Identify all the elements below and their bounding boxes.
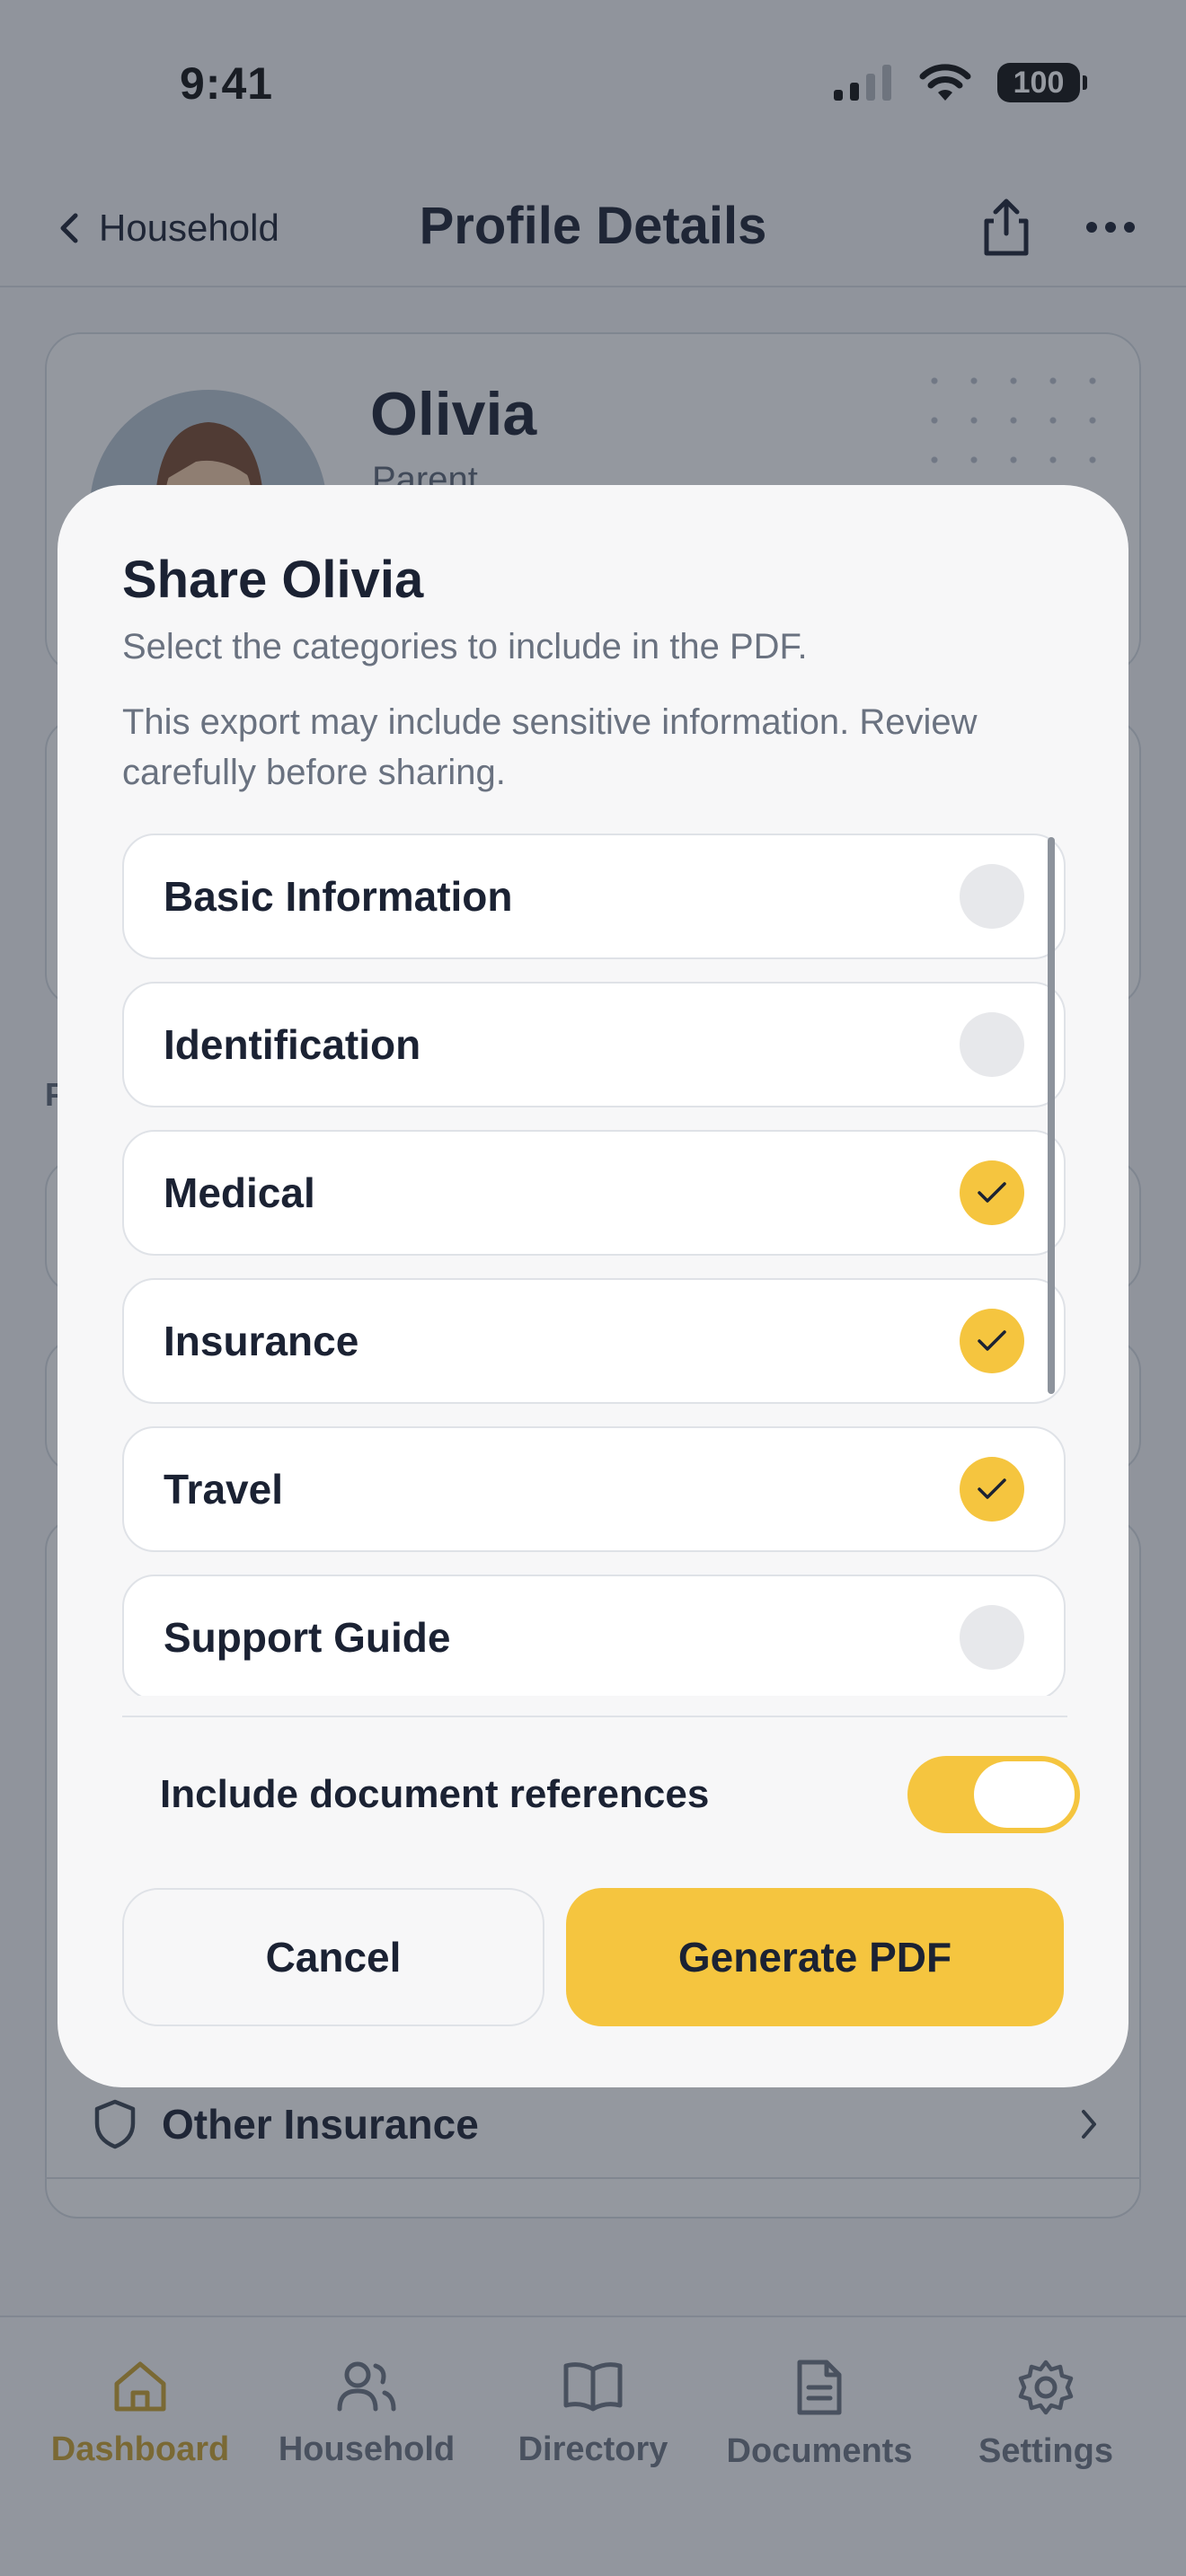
category-checkbox[interactable] xyxy=(960,1012,1024,1077)
category-label: Insurance xyxy=(164,1318,359,1364)
document-references-toggle[interactable] xyxy=(907,1756,1080,1833)
toggle-knob xyxy=(974,1761,1075,1828)
category-checkbox[interactable] xyxy=(960,864,1024,929)
cancel-button[interactable]: Cancel xyxy=(122,1888,544,2026)
checkmark-icon xyxy=(978,1478,1006,1499)
category-label: Identification xyxy=(164,1021,421,1068)
category-medical[interactable]: Medical xyxy=(122,1130,1066,1256)
category-checkbox[interactable] xyxy=(960,1457,1024,1522)
checkmark-icon xyxy=(978,1182,1006,1203)
sensitive-warning: This export may include sensitive inform… xyxy=(122,702,978,792)
category-label: Travel xyxy=(164,1466,283,1513)
category-list[interactable]: Basic Information Identification Medical… xyxy=(122,834,1066,1696)
category-identification[interactable]: Identification xyxy=(122,982,1066,1107)
divider xyxy=(122,1716,1067,1717)
category-checkbox[interactable] xyxy=(960,1605,1024,1670)
category-checkbox[interactable] xyxy=(960,1309,1024,1373)
toggle-label: Include document references xyxy=(160,1772,710,1816)
document-references-row: Include document references xyxy=(160,1751,1080,1838)
category-support-guide[interactable]: Support Guide xyxy=(122,1575,1066,1696)
modal-subtitle: Select the categories to include in the … xyxy=(122,627,808,666)
category-label: Basic Information xyxy=(164,873,513,920)
modal-title: Share Olivia xyxy=(122,551,424,609)
category-label: Medical xyxy=(164,1169,315,1216)
category-travel[interactable]: Travel xyxy=(122,1426,1066,1552)
checkmark-icon xyxy=(978,1330,1006,1351)
share-modal: Share Olivia Select the categories to in… xyxy=(58,485,1128,2087)
category-checkbox[interactable] xyxy=(960,1160,1024,1225)
category-insurance[interactable]: Insurance xyxy=(122,1278,1066,1404)
category-basic-information[interactable]: Basic Information xyxy=(122,834,1066,959)
scroll-indicator[interactable] xyxy=(1048,837,1055,1394)
generate-pdf-button[interactable]: Generate PDF xyxy=(566,1888,1064,2026)
category-label: Support Guide xyxy=(164,1614,451,1661)
